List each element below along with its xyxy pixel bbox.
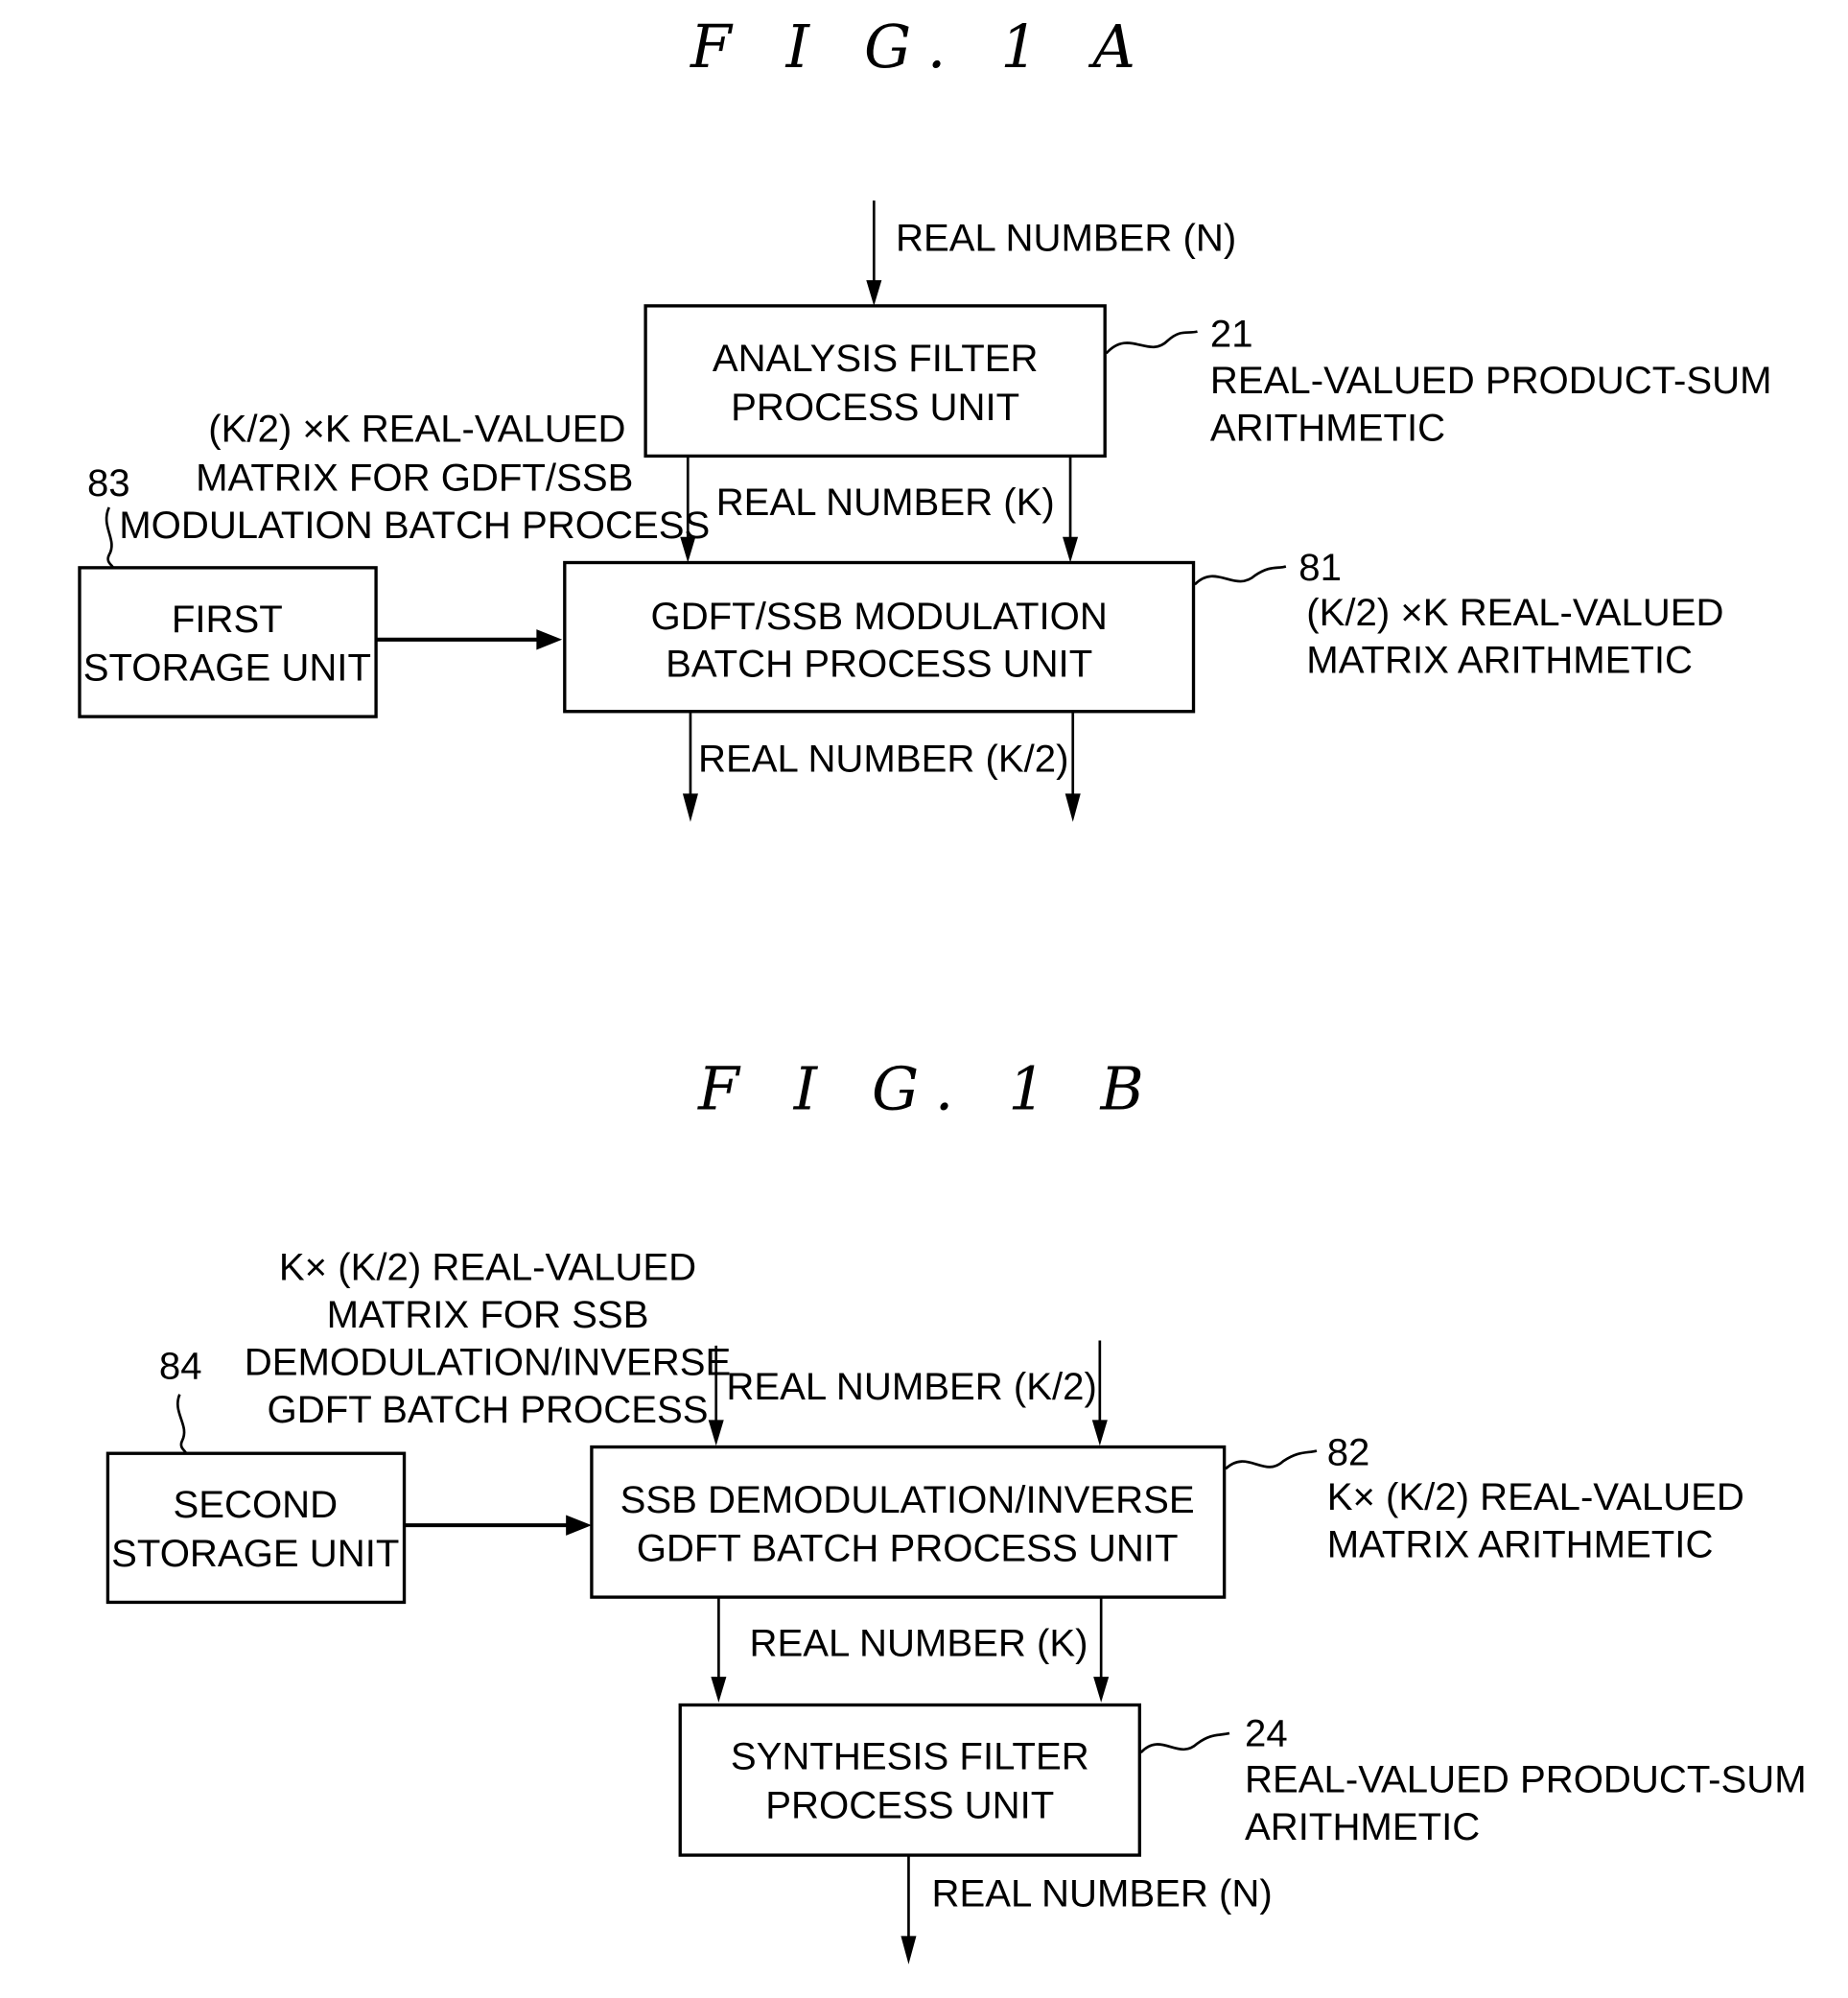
- ref-number-24: 24: [1245, 1711, 1288, 1754]
- gdft-box-line-2: BATCH PROCESS UNIT: [666, 643, 1092, 686]
- storage-to-ssb-arrow: [404, 1515, 592, 1536]
- analysis-filter-box: ANALYSIS FILTER PROCESS UNIT: [643, 304, 1107, 458]
- second-storage-line-2: STORAGE UNIT: [111, 1532, 399, 1575]
- figure-a-title: F I G. 1 A: [690, 12, 1154, 82]
- ref-number-84: 84: [159, 1345, 202, 1388]
- analysis-box-line-2: PROCESS UNIT: [731, 386, 1019, 429]
- synthesis-box-line-2: PROCESS UNIT: [765, 1783, 1054, 1826]
- synthesis-box-line-1: SYNTHESIS FILTER: [731, 1734, 1089, 1777]
- gdft-ssb-modulation-box: GDFT/SSB MODULATION BATCH PROCESS UNIT: [563, 560, 1196, 714]
- ssb-demodulation-box: SSB DEMODULATION/INVERSE GDFT BATCH PROC…: [590, 1445, 1227, 1599]
- ssb-note-line-1: K× (K/2) REAL-VALUED: [1327, 1475, 1744, 1518]
- matrix-note-a-line-2: MATRIX FOR GDFT/SSB: [196, 457, 633, 500]
- output-label-b: REAL NUMBER (N): [932, 1872, 1273, 1916]
- second-storage-box: SECOND STORAGE UNIT: [105, 1451, 407, 1605]
- ref-number-81: 81: [1298, 546, 1342, 589]
- ref-number-21: 21: [1210, 313, 1253, 356]
- ssb-box-line-1: SSB DEMODULATION/INVERSE: [620, 1478, 1195, 1521]
- first-storage-box: FIRST STORAGE UNIT: [78, 566, 378, 718]
- ssb-box-line-2: GDFT BATCH PROCESS UNIT: [637, 1527, 1179, 1570]
- matrix-note-b-line-1: K× (K/2) REAL-VALUED: [279, 1246, 696, 1289]
- mid-label-b: REAL NUMBER (K): [750, 1622, 1088, 1665]
- matrix-note-b-line-3: DEMODULATION/INVERSE: [245, 1341, 732, 1384]
- analysis-note-line-2: ARITHMETIC: [1210, 406, 1445, 449]
- ssb-note-line-2: MATRIX ARITHMETIC: [1327, 1523, 1714, 1566]
- analysis-box-line-1: ANALYSIS FILTER: [713, 337, 1039, 380]
- input-label-b: REAL NUMBER (K/2): [726, 1365, 1096, 1408]
- second-storage-line-1: SECOND: [173, 1483, 338, 1526]
- ref-number-82: 82: [1327, 1430, 1370, 1473]
- gdft-note-line-1: (K/2) ×K REAL-VALUED: [1306, 591, 1723, 634]
- input-label-a: REAL NUMBER (N): [896, 216, 1236, 259]
- diagram-canvas: F I G. 1 A REAL NUMBER (N) ANALYSIS FILT…: [78, 12, 1807, 1964]
- input-arrow-a: [866, 200, 882, 306]
- figure-b-title: F I G. 1 B: [697, 1055, 1162, 1124]
- ref-number-83: 83: [87, 461, 130, 505]
- first-storage-line-2: STORAGE UNIT: [83, 646, 371, 690]
- matrix-note-b-line-2: MATRIX FOR SSB: [327, 1293, 649, 1336]
- output-label-a: REAL NUMBER (K/2): [698, 738, 1068, 781]
- matrix-note-a-line-3: MODULATION BATCH PROCESS: [119, 504, 710, 547]
- synthesis-note-line-2: ARITHMETIC: [1245, 1805, 1480, 1848]
- ref-leader-84: [176, 1394, 188, 1454]
- storage-to-gdft-arrow: [376, 629, 563, 650]
- gdft-box-line-1: GDFT/SSB MODULATION: [650, 595, 1107, 638]
- ref-leader-83: [105, 506, 115, 569]
- synthesis-filter-box: SYNTHESIS FILTER PROCESS UNIT: [678, 1703, 1141, 1857]
- analysis-note-line-1: REAL-VALUED PRODUCT-SUM: [1210, 359, 1772, 402]
- ref-leader-24: [1139, 1731, 1230, 1753]
- mid-label-a: REAL NUMBER (K): [716, 481, 1055, 524]
- first-storage-line-1: FIRST: [172, 598, 283, 641]
- ref-leader-81: [1193, 565, 1287, 586]
- matrix-note-a-line-1: (K/2) ×K REAL-VALUED: [208, 408, 625, 451]
- ref-leader-21: [1105, 330, 1198, 355]
- synthesis-note-line-1: REAL-VALUED PRODUCT-SUM: [1245, 1758, 1807, 1801]
- ref-leader-82: [1225, 1449, 1318, 1470]
- matrix-note-b-line-4: GDFT BATCH PROCESS: [268, 1388, 709, 1431]
- gdft-note-line-2: MATRIX ARITHMETIC: [1306, 639, 1693, 682]
- output-arrow-b: [901, 1856, 917, 1964]
